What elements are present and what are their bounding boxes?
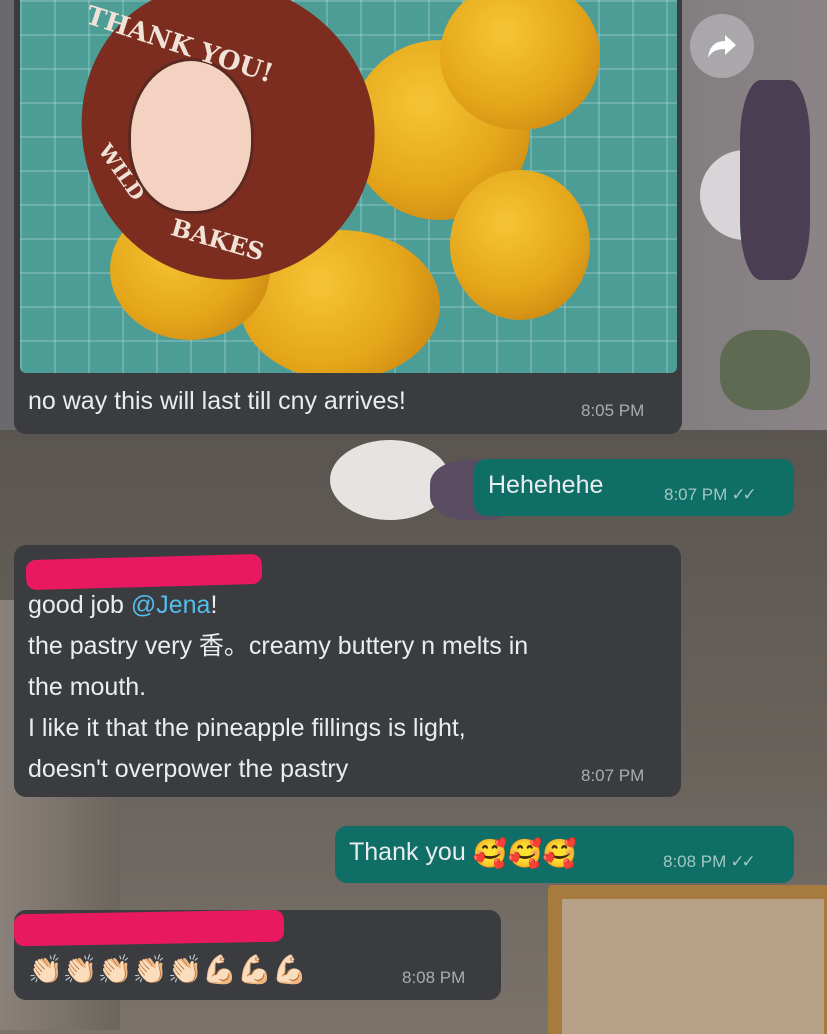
message-outgoing[interactable]: Thank you 🥰🥰🥰 8:08 PM ✓✓ [335, 826, 794, 883]
message-incoming[interactable]: 👏🏻👏🏻👏🏻👏🏻👏🏻💪🏻💪🏻💪🏻 8:08 PM [13, 909, 501, 1000]
clap-flex-emojis: 👏🏻👏🏻👏🏻👏🏻👏🏻💪🏻💪🏻💪🏻 [28, 953, 307, 985]
double-check-icon: ✓✓ [731, 485, 756, 504]
message-text: no way this will last till cny arrives! [28, 387, 406, 415]
message-outgoing[interactable]: Hehehehe 8:07 PM ✓✓ [474, 459, 794, 516]
message-time: 8:07 PM [581, 766, 645, 785]
message-text: 👏🏻👏🏻👏🏻👏🏻👏🏻💪🏻💪🏻💪🏻 [28, 948, 307, 990]
message-time: 8:07 PM ✓✓ [664, 485, 757, 504]
mention-link[interactable]: @Jena [131, 591, 211, 619]
message-text: Hehehehe [488, 471, 604, 499]
message-time: 8:05 PM [581, 401, 645, 420]
message-time: 8:08 PM ✓✓ [663, 852, 756, 871]
redacted-sender-name [13, 909, 285, 947]
message-text: good job @Jena! the pastry very 香。creamy… [28, 591, 529, 783]
smiling-face-hearts-emoji: 🥰🥰🥰 [472, 837, 578, 869]
forward-button[interactable] [690, 14, 754, 78]
forward-icon [708, 35, 736, 58]
message-text: Thank you 🥰🥰🥰 [349, 832, 577, 874]
message-incoming[interactable]: good job @Jena! the pastry very 香。creamy… [14, 545, 681, 797]
double-check-icon: ✓✓ [730, 852, 755, 871]
message-time: 8:08 PM [402, 968, 466, 987]
message-image-caption[interactable]: THANK YOU! WILD BAKES no way this will l… [14, 0, 682, 434]
shared-photo[interactable]: THANK YOU! WILD BAKES [20, 0, 677, 373]
